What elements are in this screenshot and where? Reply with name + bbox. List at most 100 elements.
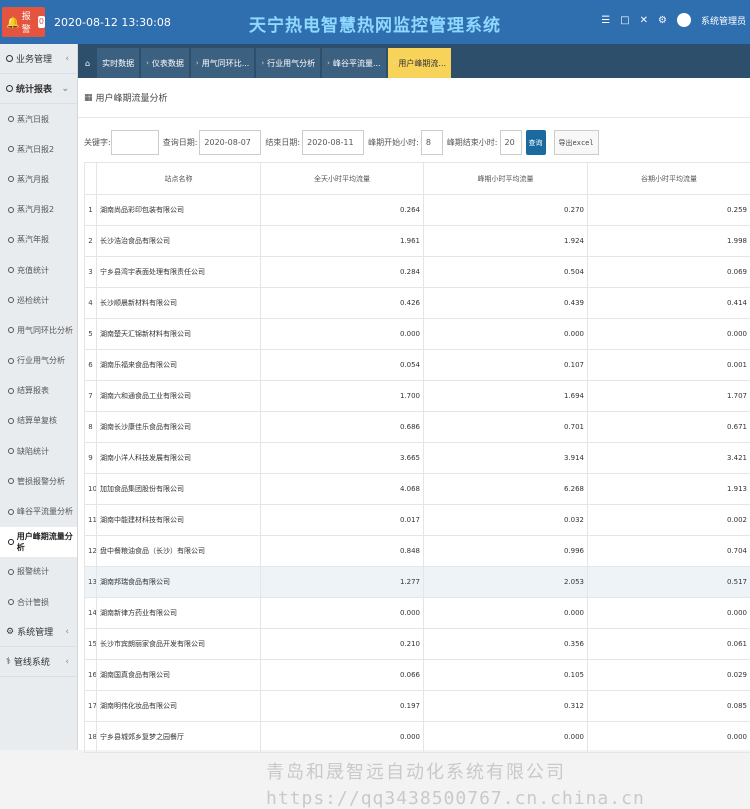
col-peak-avg[interactable]: 峰期小时平均流量	[424, 163, 588, 195]
peak-start-input[interactable]	[421, 130, 443, 155]
table-row[interactable]: 8湖南长沙康佳乐食品有限公司0.6860.7010.671	[85, 412, 750, 443]
tab[interactable]: ›峰谷平流量...	[322, 48, 385, 78]
circle-icon	[8, 207, 14, 213]
table-row[interactable]: 12盘中餐粮油食品（长沙）有限公司0.8480.9960.704	[85, 536, 750, 567]
sidebar-item[interactable]: 蒸汽年报	[0, 225, 77, 255]
sidebar-item[interactable]: 结算报表	[0, 376, 77, 406]
home-tab[interactable]: ⌂	[80, 48, 95, 78]
row-index: 11	[85, 505, 97, 536]
sidebar-item[interactable]: 合计管损	[0, 587, 77, 617]
sidebar-item[interactable]: 行业用气分析	[0, 346, 77, 376]
sidebar-item[interactable]: 蒸汽日报	[0, 104, 77, 134]
table-icon: ▦	[84, 93, 93, 103]
sidebar-menu-business[interactable]: 业务管理 ‹	[0, 44, 77, 74]
table-row[interactable]: 2长沙浩治食品有限公司1.9611.9241.998	[85, 226, 750, 257]
valley-avg-cell: 0.259	[588, 195, 750, 226]
table-row[interactable]: 6湖南乐福来食品有限公司0.0540.1070.001	[85, 350, 750, 381]
station-name-cell: 湖南明伟化妆品有限公司	[97, 691, 261, 722]
sidebar-item-label: 蒸汽年报	[17, 234, 49, 245]
monitor-icon[interactable]: □	[620, 15, 629, 26]
col-valley-avg[interactable]: 谷期小时平均流量	[588, 163, 750, 195]
valley-avg-cell: 0.517	[588, 567, 750, 598]
station-name-cell: 长沙市宾朗丽家食品开发有限公司	[97, 629, 261, 660]
table-row[interactable]: 18宁乡县城郊乡复梦之园餐厅0.0000.0000.000	[85, 722, 750, 753]
tab-label: 用气同环比...	[202, 58, 250, 69]
table-row[interactable]: 9湖南小洋人科技发展有限公司3.6653.9143.421	[85, 443, 750, 474]
settings-icon[interactable]: ⚙	[658, 15, 667, 26]
sidebar-item-label: 蒸汽月报2	[17, 204, 54, 215]
start-date-input[interactable]	[199, 130, 261, 155]
tab[interactable]: ›行业用气分析	[256, 48, 320, 78]
row-index: 1	[85, 195, 97, 226]
table-row[interactable]: 1湖南尚品彩印包装有限公司0.2640.2700.259	[85, 195, 750, 226]
circle-icon	[8, 388, 14, 394]
end-date-input[interactable]	[302, 130, 364, 155]
sidebar-item[interactable]: 蒸汽月报2	[0, 195, 77, 225]
table-row[interactable]: 15长沙市宾朗丽家食品开发有限公司0.2100.3560.061	[85, 629, 750, 660]
row-index: 6	[85, 350, 97, 381]
station-name-cell: 湖南新律方药业有限公司	[97, 598, 261, 629]
tab-label: 峰谷平流量...	[333, 58, 381, 69]
peak-avg-cell: 0.312	[424, 691, 588, 722]
search-button[interactable]: 查询	[526, 130, 546, 155]
valley-avg-cell: 1.913	[588, 474, 750, 505]
sidebar-menu-stats[interactable]: 统计报表 ⌄	[0, 74, 77, 104]
peak-start-label: 峰期开始小时:	[368, 137, 419, 148]
valley-avg-cell: 0.704	[588, 536, 750, 567]
sidebar-menu-system[interactable]: ⚙ 系统管理 ‹	[0, 617, 77, 647]
sidebar-item[interactable]: 结算单复核	[0, 406, 77, 436]
valley-avg-cell: 1.998	[588, 226, 750, 257]
tools-icon[interactable]: ✕	[640, 15, 648, 26]
all-day-avg-cell: 0.426	[261, 288, 424, 319]
tab[interactable]: 实时数据	[97, 48, 139, 78]
sidebar-item[interactable]: 峰谷平流量分析	[0, 496, 77, 526]
sidebar-item[interactable]: 巡检统计	[0, 285, 77, 315]
table-row[interactable]: 3宁乡县湾宇表面处理有限责任公司0.2840.5040.069	[85, 257, 750, 288]
col-station-name[interactable]: 站点名称	[97, 163, 261, 195]
sidebar-item[interactable]: 缺陷统计	[0, 436, 77, 466]
table-row[interactable]: 17湖南明伟化妆品有限公司0.1970.3120.085	[85, 691, 750, 722]
table-row[interactable]: 11湖南中能建材科技有限公司0.0170.0320.002	[85, 505, 750, 536]
sidebar-item[interactable]: 充值统计	[0, 255, 77, 285]
sidebar-item[interactable]: 用户峰期流量分析	[0, 527, 77, 557]
sidebar-menu-pipe[interactable]: ⚕ 管线系统 ‹	[0, 647, 77, 677]
peak-avg-cell: 0.000	[424, 598, 588, 629]
menu-label: 管线系统	[14, 655, 50, 668]
table-row[interactable]: 16湖南国真食品有限公司0.0660.1050.029	[85, 660, 750, 691]
circle-icon	[8, 146, 14, 152]
sidebar-item[interactable]: 用气同环比分析	[0, 315, 77, 345]
list-icon[interactable]: ☰	[601, 15, 610, 26]
table-row[interactable]: 13湖南邦瑞食品有限公司1.2772.0530.517	[85, 567, 750, 598]
table-row[interactable]: 5湖南楚天汇锦新材料有限公司0.0000.0000.000	[85, 319, 750, 350]
station-name-cell: 湖南楚天汇锦新材料有限公司	[97, 319, 261, 350]
tab[interactable]: ›仪表数据	[141, 48, 189, 78]
table-row[interactable]: 4长沙顺晨新材料有限公司0.4260.4390.414	[85, 288, 750, 319]
sidebar-item[interactable]: 蒸汽日报2	[0, 134, 77, 164]
filter-bar: 关键字: 查询日期: 结束日期: 峰期开始小时: 峰期结束小时: 查询 导出ex…	[84, 130, 599, 155]
sidebar-item[interactable]: 管损报警分析	[0, 466, 77, 496]
station-name-cell: 加加食品集团股份有限公司	[97, 474, 261, 505]
table-row[interactable]: 10加加食品集团股份有限公司4.0686.2681.913	[85, 474, 750, 505]
sidebar-item-label: 巡检统计	[17, 295, 49, 306]
table-row[interactable]: 7湖南六和通食品工业有限公司1.7001.6941.707	[85, 381, 750, 412]
peak-avg-cell: 0.356	[424, 629, 588, 660]
sidebar-item[interactable]: 蒸汽月报	[0, 164, 77, 194]
valley-avg-cell: 3.421	[588, 443, 750, 474]
all-day-avg-cell: 1.277	[261, 567, 424, 598]
peak-end-input[interactable]	[500, 130, 522, 155]
circle-icon	[8, 176, 14, 182]
chevron-left-icon: ‹	[65, 54, 69, 64]
station-name-cell: 宁乡县城郊乡复梦之园餐厅	[97, 722, 261, 753]
avatar[interactable]	[677, 13, 691, 27]
tab[interactable]: ›用户峰期流...	[388, 48, 451, 78]
valley-avg-cell: 0.001	[588, 350, 750, 381]
keyword-input[interactable]	[111, 130, 159, 155]
tab-arrow-icon: ›	[393, 59, 396, 67]
table-row[interactable]: 14湖南新律方药业有限公司0.0000.0000.000	[85, 598, 750, 629]
row-index: 5	[85, 319, 97, 350]
export-excel-button[interactable]: 导出excel	[554, 130, 599, 155]
tab[interactable]: ›用气同环比...	[191, 48, 254, 78]
sidebar-item[interactable]: 报警统计	[0, 557, 77, 587]
user-name[interactable]: 系统管理员	[701, 14, 746, 27]
col-all-day-avg[interactable]: 全天小时平均流量	[261, 163, 424, 195]
